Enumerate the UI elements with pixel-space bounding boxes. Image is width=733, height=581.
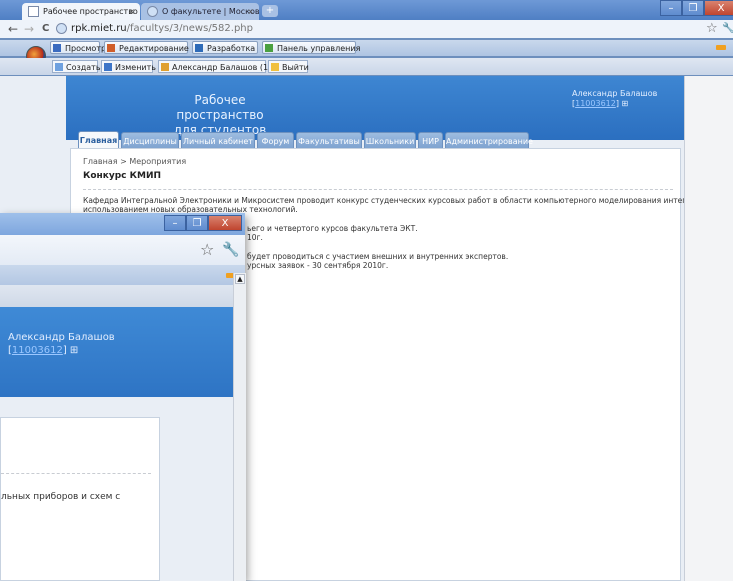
close-button[interactable]: X — [704, 0, 733, 16]
front-titlebar: – ❐ X — [0, 213, 245, 235]
menu-tab-home[interactable]: Главная — [78, 131, 119, 148]
panel-icon — [265, 44, 273, 52]
create-icon — [55, 63, 63, 71]
back-titlebar: Рабочее пространство М... × О факультете… — [0, 0, 733, 20]
news-paragraph-1: Кафедра Интегральной Электроники и Микро… — [83, 196, 733, 214]
front-toolbar — [0, 285, 245, 307]
control-panel-button[interactable]: Панель управления — [262, 41, 360, 54]
forward-button[interactable]: → — [24, 22, 34, 36]
divider — [1, 473, 151, 474]
front-browser-window: – ❐ X ☆ 🔧 Александр Балашов [11003612] ⊞… — [0, 213, 246, 581]
menu-tab-forum[interactable]: Форум — [257, 132, 294, 149]
bookmark-star-icon[interactable]: ☆ — [200, 242, 214, 258]
tab-label: Рабочее пространство М... — [43, 7, 140, 16]
wrench-icon[interactable]: 🔧 — [722, 21, 733, 37]
url-domain: rpk.miet.ru — [71, 23, 127, 34]
develop-button[interactable]: Разработка — [192, 41, 258, 54]
user-id-link[interactable]: 11003612 — [12, 345, 63, 356]
address-bar[interactable]: rpk.miet.ru/facultys/3/news/582.php — [56, 21, 656, 36]
change-button[interactable]: Изменить ▾ — [101, 60, 163, 73]
tab-label: О факультете | Московск... — [162, 7, 259, 16]
pencil-icon — [104, 63, 112, 71]
back-scrollbar[interactable] — [684, 76, 733, 581]
back-window-controls: – ❐ X — [660, 0, 733, 16]
front-navbar: ☆ 🔧 — [0, 235, 245, 265]
view-button[interactable]: Просмотр — [50, 41, 106, 54]
news-headline: Конкурс КМИП — [83, 171, 162, 181]
breadcrumb[interactable]: Главная > Мероприятия — [83, 157, 186, 166]
menu-tab-cabinet[interactable]: Личный кабинет — [181, 132, 255, 149]
login-icon[interactable]: ⊞ — [70, 345, 78, 356]
minimize-button[interactable]: – — [660, 0, 682, 16]
key-icon — [271, 63, 279, 71]
close-button[interactable]: X — [208, 215, 242, 231]
maximize-button[interactable]: ❐ — [186, 215, 208, 231]
header-user: Александр Балашов [11003612] ⊞ — [572, 89, 657, 109]
pin-icon[interactable] — [716, 45, 726, 50]
front-paragraph: льных приборов и схем с — [1, 492, 121, 502]
url-path: /facultys/3/news/582.php — [126, 23, 253, 34]
front-page-viewport: Александр Балашов [11003612] ⊞ льных при… — [0, 307, 233, 581]
back-navbar: ← → C rpk.miet.ru/facultys/3/news/582.ph… — [0, 20, 733, 38]
front-ribbon — [0, 265, 245, 285]
front-content-panel: льных приборов и схем с — [0, 417, 160, 581]
back-button[interactable]: ← — [8, 22, 18, 36]
page-icon — [28, 6, 39, 17]
user-account-button[interactable]: Александр Балашов (11003612) — [158, 60, 307, 73]
news-paragraph-3: будет проводиться с участием внешних и в… — [247, 252, 509, 270]
tab-workspace[interactable]: Рабочее пространство М... × — [22, 3, 140, 20]
user-name: Александр Балашов — [8, 332, 115, 343]
divider — [83, 189, 673, 190]
menu-tab-admin[interactable]: Администрирование — [445, 132, 533, 149]
menu-tab-research[interactable]: НИР — [418, 132, 443, 149]
create-button[interactable]: Создать ▾ — [52, 60, 107, 73]
edit-icon — [107, 44, 115, 52]
front-window-controls: – ❐ X — [164, 215, 242, 231]
menu-tab-schoolchildren[interactable]: Школьники — [364, 132, 416, 149]
user-id-row: [11003612] ⊞ — [8, 345, 79, 356]
tab-close-icon[interactable]: × — [128, 3, 135, 20]
bookmark-star-icon[interactable]: ☆ — [706, 21, 718, 37]
sharepoint-ribbon: Просмотр Редактирование Разработка Панел… — [0, 40, 733, 66]
reload-button[interactable]: C — [42, 22, 49, 36]
front-header-user: Александр Балашов [11003612] ⊞ — [8, 331, 115, 357]
maximize-button[interactable]: ❐ — [682, 0, 704, 16]
globe-icon — [56, 22, 67, 34]
scroll-up-button[interactable]: ▲ — [235, 274, 245, 284]
menu-tab-electives[interactable]: Факультативы — [296, 132, 362, 149]
tab-close-icon[interactable]: × — [247, 3, 254, 20]
tab-faculty[interactable]: О факультете | Московск... × — [141, 3, 259, 20]
front-scrollbar[interactable]: ▲ — [233, 273, 246, 581]
wrench-icon[interactable]: 🔧 — [222, 242, 239, 258]
loading-icon — [147, 6, 158, 17]
logout-button[interactable]: Выйти — [268, 60, 309, 73]
minimize-button[interactable]: – — [164, 215, 186, 231]
user-id-row: [11003612] ⊞ — [572, 99, 629, 108]
user-icon — [161, 63, 169, 71]
user-id-link[interactable]: 11003612 — [575, 99, 616, 108]
new-tab-button[interactable]: + — [262, 5, 278, 17]
site-title-line1: Рабочее пространство — [176, 93, 264, 122]
menu-tab-disciplines[interactable]: Дисциплины — [121, 132, 179, 149]
news-paragraph-2: ьего и четвертого курсов факультета ЭКТ.… — [247, 224, 418, 242]
login-icon[interactable]: ⊞ — [622, 99, 629, 108]
sharepoint-toolbar: Создать ▾ Изменить ▾ Александр Балашов (… — [0, 58, 733, 75]
user-name: Александр Балашов — [572, 89, 658, 98]
develop-icon — [195, 44, 203, 52]
view-icon — [53, 44, 61, 52]
edit-mode-button[interactable]: Редактирование — [104, 41, 189, 54]
